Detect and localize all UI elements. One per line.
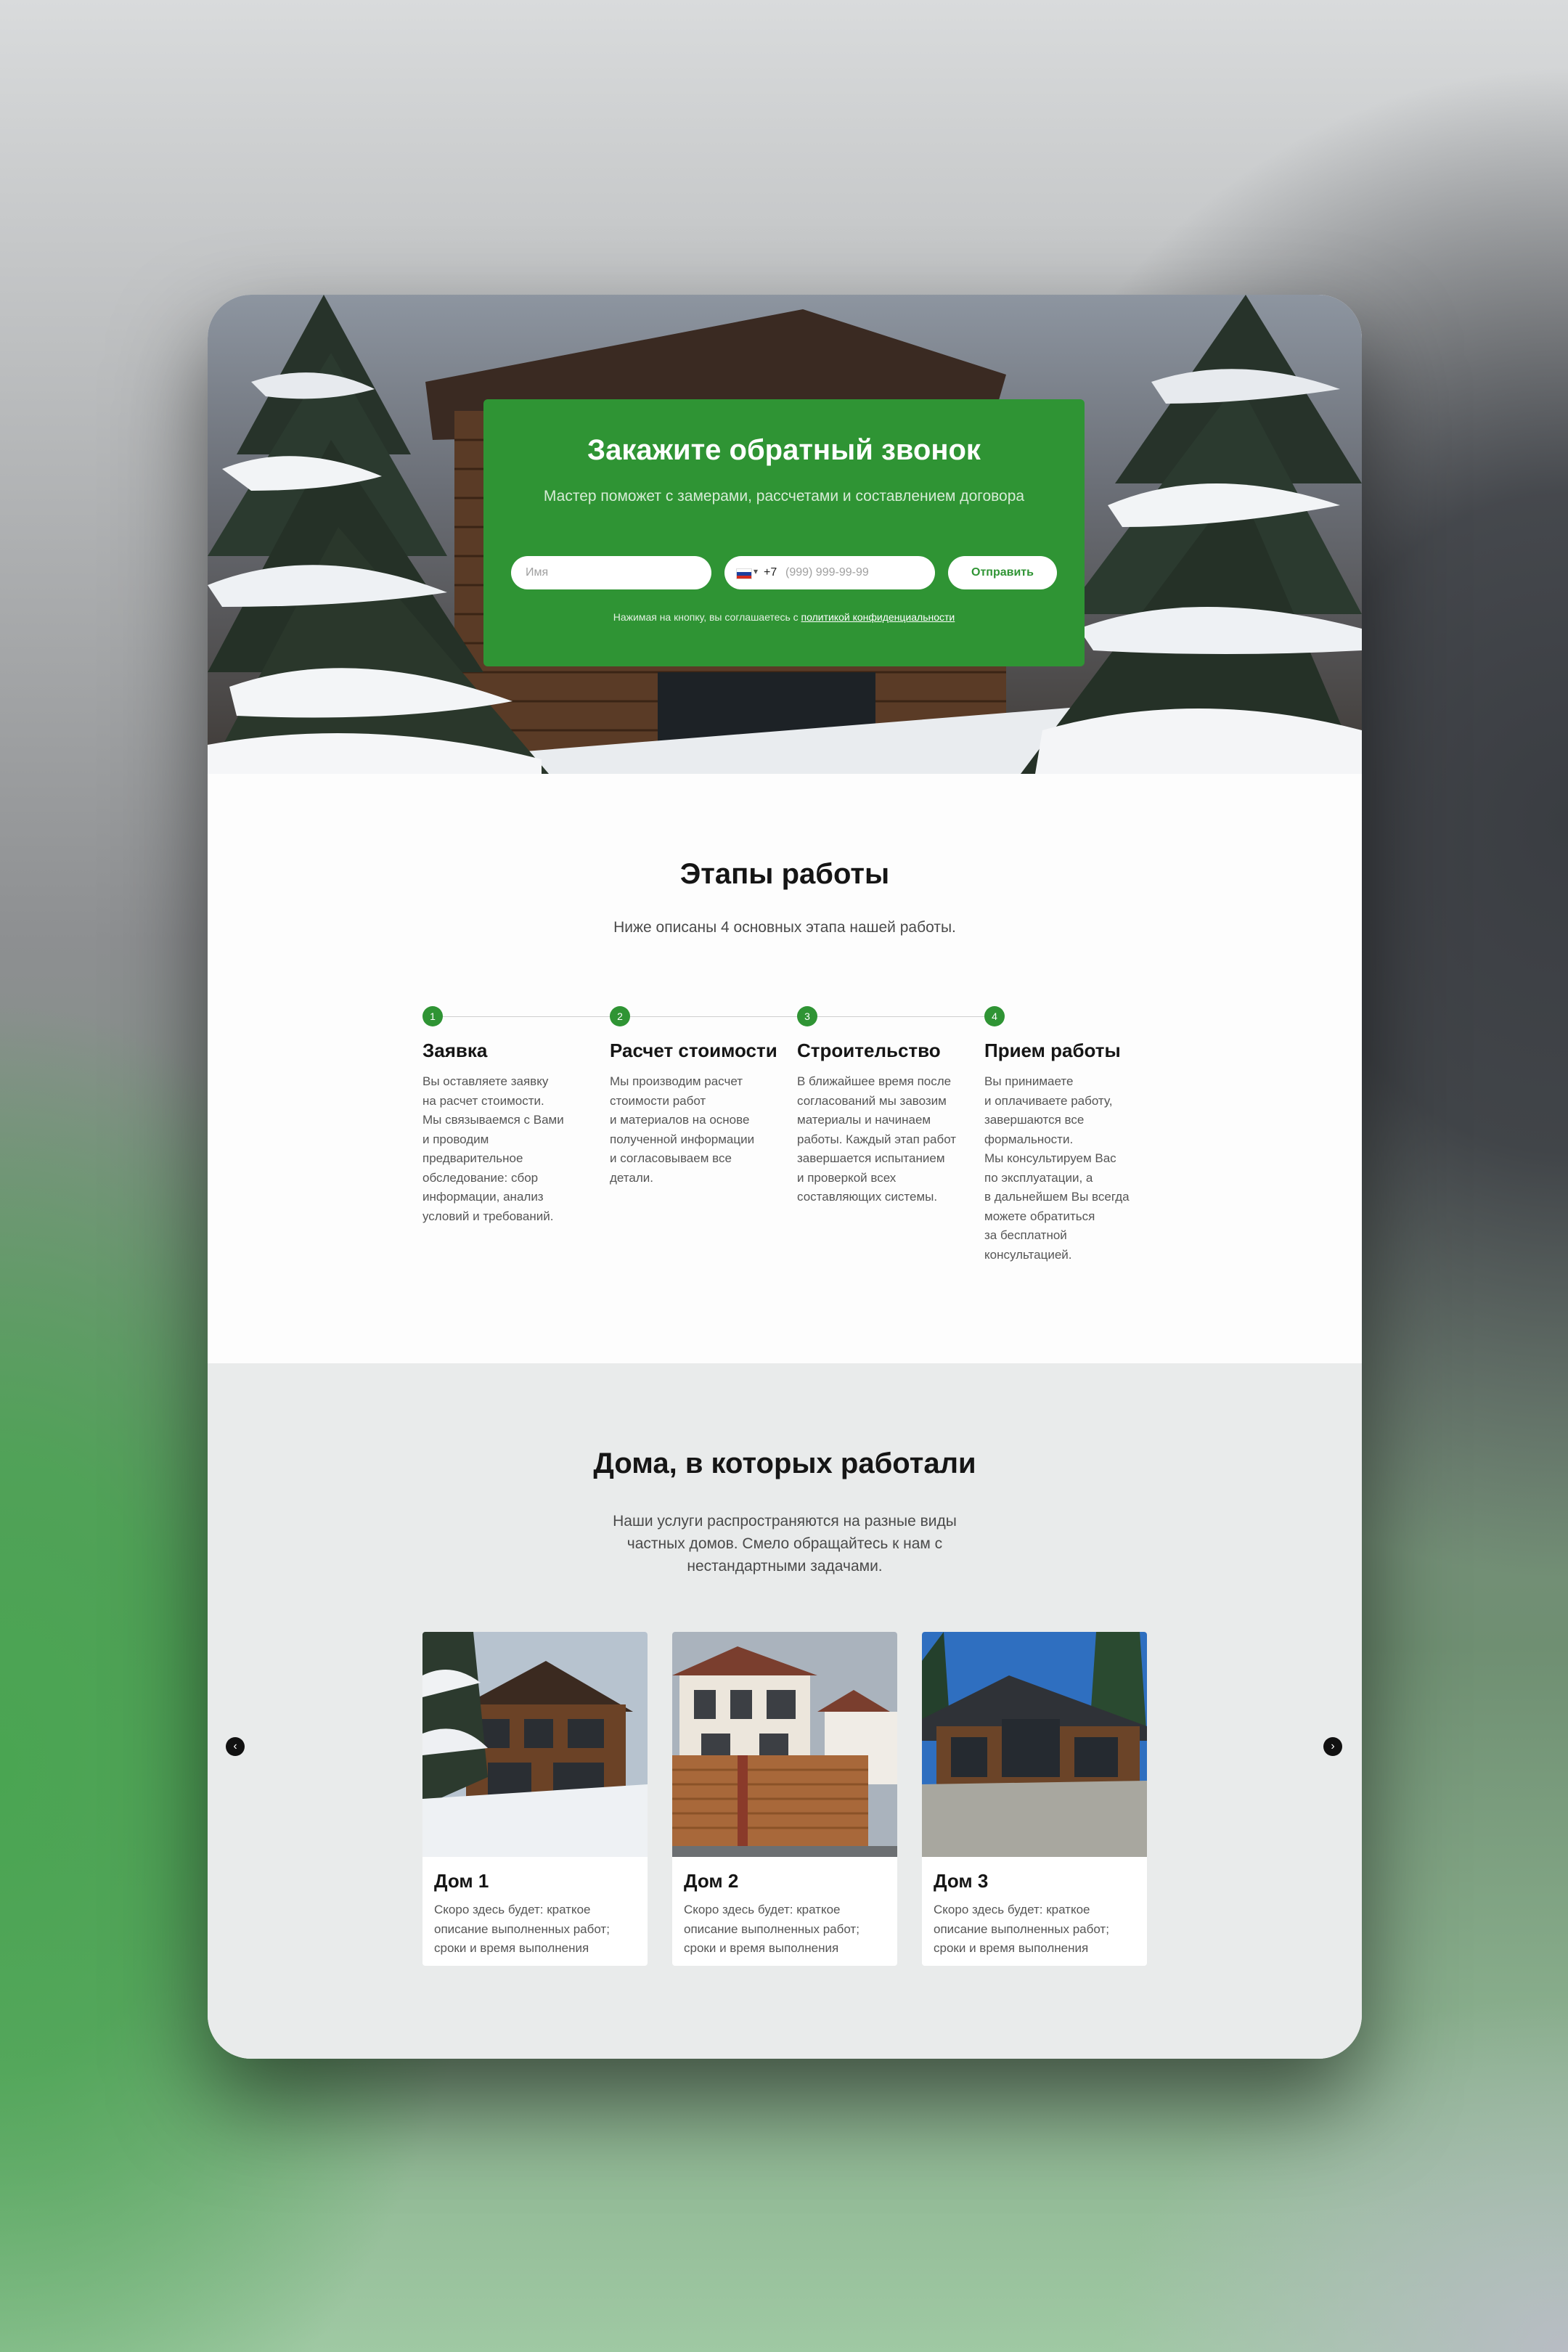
chevron-right-icon: › xyxy=(1331,1740,1335,1752)
stages-title: Этапы работы xyxy=(679,858,890,890)
hero-section: Закажите обратный звонок Мастер поможет … xyxy=(208,295,1362,774)
stages-section: Этапы работы Ниже описаны 4 основных эта… xyxy=(208,774,1362,1363)
stage-number: 4 xyxy=(984,1006,1005,1026)
house-title: Дом 1 xyxy=(434,1870,489,1892)
stage-description: Мы производим расчет стоимости работ и м… xyxy=(610,1074,755,1185)
stage-description: Вы принимаете и оплачиваете работу, заве… xyxy=(984,1074,1130,1262)
house-description: Скоро здесь будет: краткое описание выпо… xyxy=(434,1903,610,1955)
stage-description: Вы оставляете заявку на расчет стоимости… xyxy=(422,1074,564,1223)
stage-title: Расчет стоимости xyxy=(610,1040,777,1061)
consent-prefix: Нажимая на кнопку, вы соглашаетесь с xyxy=(613,611,801,623)
houses-lead-line: Наши услуги распространяются на разные в… xyxy=(613,1513,957,1530)
stages-lead: Ниже описаны 4 основных этапа нашей рабо… xyxy=(613,919,956,936)
house-photo xyxy=(422,1632,648,1857)
privacy-policy-link[interactable]: политикой конфиденциальности xyxy=(801,611,955,623)
house-description: Скоро здесь будет: краткое описание выпо… xyxy=(934,1903,1109,1955)
chevron-down-icon[interactable]: ▾ xyxy=(754,566,758,576)
submit-button[interactable]: Отправить xyxy=(948,556,1057,589)
callback-title: Закажите обратный звонок xyxy=(587,434,981,466)
stage-item: 2 Расчет стоимости Мы производим расчет … xyxy=(610,1006,777,1188)
houses-lead-line: нестандартными задачами. xyxy=(687,1558,883,1575)
house-card[interactable]: Дом 2 Скоро здесь будет: краткое описани… xyxy=(672,1632,897,1966)
stage-title: Прием работы xyxy=(984,1040,1121,1061)
house-title: Дом 2 xyxy=(684,1870,739,1892)
chevron-left-icon: ‹ xyxy=(233,1740,237,1752)
stage-description: В ближайшее время после согласований мы … xyxy=(797,1074,957,1204)
carousel-prev-button[interactable]: ‹ xyxy=(226,1737,245,1756)
consent-text: Нажимая на кнопку, вы соглашаетесь с пол… xyxy=(483,611,1085,623)
houses-lead: Наши услуги распространяются на разные в… xyxy=(208,1510,1362,1577)
house-title: Дом 3 xyxy=(934,1870,989,1892)
stage-item: 4 Прием работы Вы принимаете и оплачивае… xyxy=(984,1006,1144,1265)
houses-title: Дома, в которых работали xyxy=(593,1447,976,1479)
callback-form-card: Закажите обратный звонок Мастер поможет … xyxy=(483,399,1085,666)
house-photo xyxy=(922,1632,1147,1857)
stage-number: 3 xyxy=(797,1006,817,1026)
houses-lead-line: частных домов. Смело обращайтесь к нам с xyxy=(626,1535,943,1552)
page-mockup: Закажите обратный звонок Мастер поможет … xyxy=(208,295,1362,2059)
stage-item: 3 Строительство В ближайшее время после … xyxy=(797,1006,957,1207)
stage-number: 1 xyxy=(422,1006,443,1026)
phone-country-code: +7 xyxy=(764,566,777,579)
name-placeholder: Имя xyxy=(526,566,549,579)
houses-section: Дома, в которых работали Наши услуги рас… xyxy=(208,1363,1362,2059)
carousel-next-button[interactable]: › xyxy=(1323,1737,1342,1756)
house-description: Скоро здесь будет: краткое описание выпо… xyxy=(684,1903,859,1955)
house-card[interactable]: Дом 3 Скоро здесь будет: краткое описани… xyxy=(922,1632,1147,1966)
name-input[interactable]: Имя xyxy=(511,556,711,589)
stage-title: Заявка xyxy=(422,1040,488,1061)
callback-subtitle: Мастер поможет с замерами, рассчетами и … xyxy=(543,488,1025,505)
stage-title: Строительство xyxy=(797,1040,941,1061)
phone-placeholder: (999) 999-99-99 xyxy=(785,566,869,579)
stage-number: 2 xyxy=(610,1006,630,1026)
russia-flag-icon[interactable] xyxy=(736,568,752,579)
phone-input[interactable]: ▾ +7 (999) 999-99-99 xyxy=(724,556,935,589)
stage-item: 1 Заявка Вы оставляете заявку на расчет … xyxy=(422,1006,582,1226)
house-card[interactable]: Дом 1 Скоро здесь будет: краткое описани… xyxy=(422,1632,648,1966)
house-photo xyxy=(672,1632,897,1857)
